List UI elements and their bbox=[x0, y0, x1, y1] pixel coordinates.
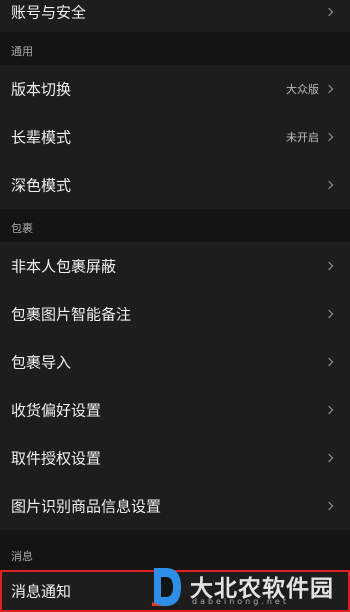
chevron-right-icon bbox=[324, 405, 334, 415]
row-version-switch-label: 版本切换 bbox=[11, 80, 72, 99]
watermark-subtitle: dabeinong.net bbox=[192, 597, 289, 606]
row-message-notification-label: 消息通知 bbox=[11, 582, 72, 601]
watermark-logo-icon bbox=[152, 568, 181, 606]
chevron-right-icon bbox=[324, 132, 334, 142]
watermark: 大北农软件园 dabeinong.net bbox=[150, 563, 350, 612]
row-package-image-smart-note[interactable]: 包裹图片智能备注 bbox=[0, 290, 350, 338]
chevron-right-icon bbox=[324, 180, 334, 190]
row-version-switch-value: 大众版 bbox=[286, 83, 319, 96]
chevron-right-icon bbox=[324, 357, 334, 367]
row-elder-mode-value: 未开启 bbox=[286, 131, 319, 144]
row-package-import[interactable]: 包裹导入 bbox=[0, 338, 350, 386]
row-elder-mode[interactable]: 长辈模式 未开启 bbox=[0, 113, 350, 161]
section-title-general: 通用 bbox=[11, 45, 33, 58]
chevron-right-icon bbox=[324, 453, 334, 463]
row-account-security-label: 账号与安全 bbox=[11, 3, 87, 22]
row-image-recognition[interactable]: 图片识别商品信息设置 bbox=[0, 482, 350, 530]
chevron-right-icon bbox=[324, 501, 334, 511]
row-account-security[interactable]: 账号与安全 bbox=[0, 0, 350, 32]
row-pickup-authorization-label: 取件授权设置 bbox=[11, 449, 102, 468]
row-package-import-label: 包裹导入 bbox=[11, 353, 72, 372]
chevron-right-icon bbox=[324, 309, 334, 319]
row-block-non-self-packages[interactable]: 非本人包裹屏蔽 bbox=[0, 242, 350, 290]
section-header-general: 通用 bbox=[0, 32, 350, 65]
row-dark-mode-label: 深色模式 bbox=[11, 176, 72, 195]
settings-screen: 账号与安全 通用 版本切换 大众版 长辈模式 未开启 深色模式 包裹 非本人包裹… bbox=[0, 0, 350, 612]
row-image-recognition-label: 图片识别商品信息设置 bbox=[11, 497, 162, 516]
row-version-switch[interactable]: 版本切换 大众版 bbox=[0, 65, 350, 113]
section-header-package: 包裹 bbox=[0, 209, 350, 242]
row-delivery-preference-label: 收货偏好设置 bbox=[11, 401, 102, 420]
row-smart-note-label: 包裹图片智能备注 bbox=[11, 305, 132, 324]
section-title-message: 消息 bbox=[11, 550, 33, 563]
chevron-right-icon bbox=[324, 7, 334, 17]
section-title-package: 包裹 bbox=[11, 222, 33, 235]
row-elder-mode-label: 长辈模式 bbox=[11, 128, 72, 147]
chevron-right-icon bbox=[324, 84, 334, 94]
row-pickup-authorization[interactable]: 取件授权设置 bbox=[0, 434, 350, 482]
chevron-right-icon bbox=[324, 261, 334, 271]
row-delivery-preference[interactable]: 收货偏好设置 bbox=[0, 386, 350, 434]
row-dark-mode[interactable]: 深色模式 bbox=[0, 161, 350, 209]
row-block-non-self-label: 非本人包裹屏蔽 bbox=[11, 257, 117, 276]
